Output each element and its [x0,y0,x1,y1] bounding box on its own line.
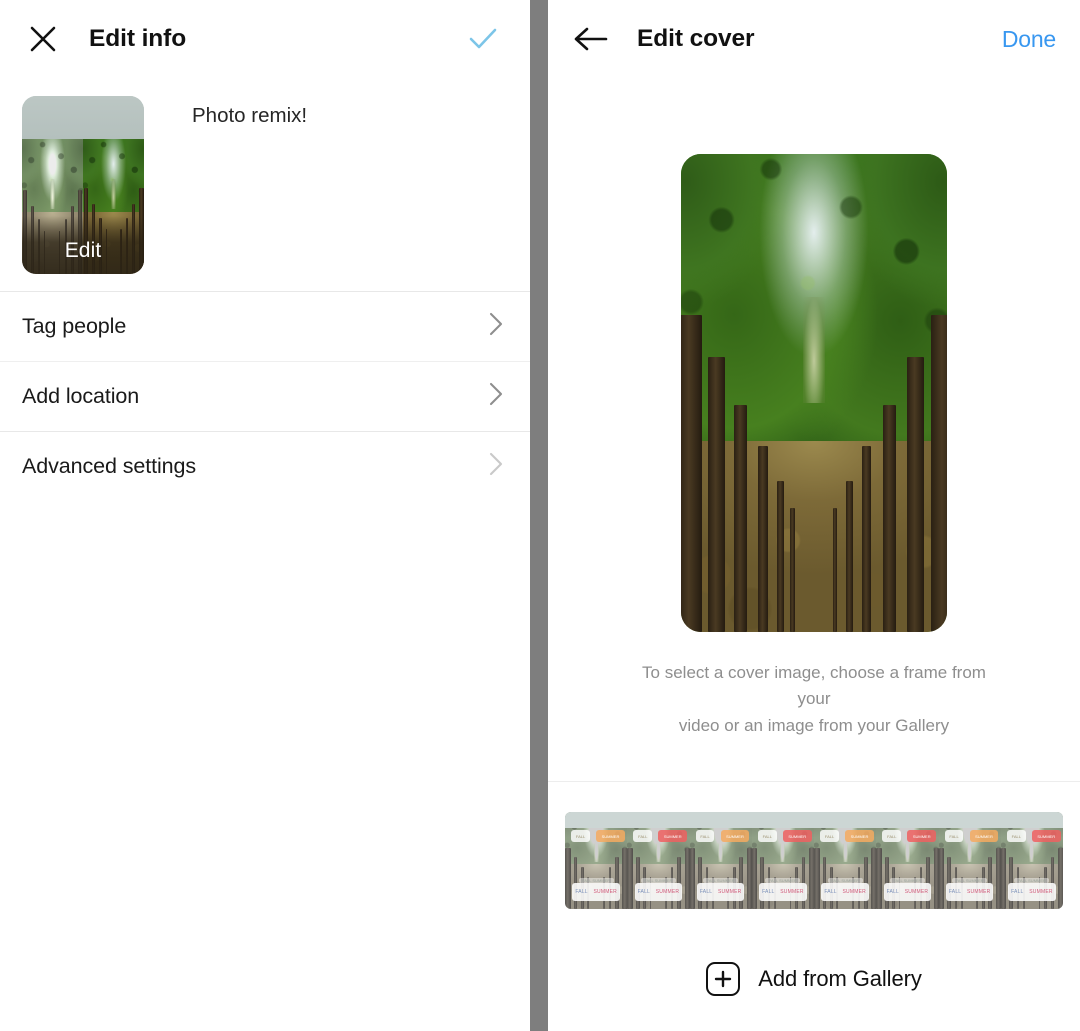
frame-chip: FALL SUMMER [883,882,932,902]
cover-hint-line-2: video or an image from your Gallery [678,715,950,735]
frame-sky-band [1000,812,1063,829]
frame-tag-left: FALL [695,830,715,843]
frame-chip-right: SUMMER [593,889,617,896]
sidebar-item-add-location[interactable]: Add location [0,362,530,431]
thumbnail-sky-band [22,96,144,139]
edit-cover-panel: Edit cover Done To select a cover image,… [548,0,1080,1031]
cover-preview-image[interactable] [681,154,947,632]
frame-tag-left: FALL [1006,830,1026,843]
frame-chip-right: SUMMER [967,889,991,896]
frame-chip: FALL SUMMER [821,882,869,902]
chevron-right-icon [486,310,506,343]
check-icon[interactable] [460,16,506,62]
frame-chip-right: SUMMER [655,889,680,896]
frame-chip-right: SUMMER [780,889,804,896]
frame-chip: FALL SUMMER [696,882,745,902]
frame-chip-left: FALL [824,889,837,896]
cover-hint: To select a cover image, choose a frame … [624,660,1004,739]
frame-chip: FALL SUMMER [945,882,994,902]
frame-tag-right: SUMMER [969,830,999,843]
list-item-label: Tag people [22,314,127,338]
frame-tag-right: SUMMER [1031,830,1061,843]
filmstrip-frame[interactable]: FALL SUMMER FALL SUMMER FALL SUMMER [565,812,628,909]
chevron-right-icon [486,380,506,413]
filmstrip-wrap: FALL SUMMER FALL SUMMER FALL SUMMER FALL SUMME… [548,812,1080,909]
arrow-left-icon[interactable] [568,16,614,62]
edit-info-appbar: Edit info [0,0,530,78]
frame-sky-band [938,812,1001,829]
filmstrip-frame[interactable]: FALL SUMMER FALL SUMMER FALL SUMMER [627,812,690,909]
chevron-right-icon [486,450,506,483]
frame-sky-band [876,812,939,829]
frame-tag-right: SUMMER [782,830,812,843]
frame-chip: FALL SUMMER [572,882,620,902]
frame-tag-right: SUMMER [720,830,750,843]
edit-cover-appbar: Edit cover Done [548,0,1080,78]
done-button[interactable]: Done [1002,26,1056,53]
close-icon[interactable] [20,16,66,62]
cover-preview-wrap [548,154,1080,632]
filmstrip-frame[interactable]: FALL SUMMER FALL SUMMER FALL SUMMER [689,812,752,909]
edit-info-appbar-actions [440,16,506,62]
frame-tag-left: FALL [571,830,590,843]
frame-chip-left: FALL [948,889,962,896]
edit-info-panel: Edit info Edit Photo remix! Tag people A… [0,0,530,1031]
sidebar-item-advanced-settings[interactable]: Advanced settings [0,432,530,501]
frame-tag-left: FALL [944,830,964,843]
panel-divider [530,0,548,1031]
filmstrip-frame[interactable]: FALL SUMMER FALL SUMMER FALL SUMMER [751,812,814,909]
frame-sky-band [814,812,877,829]
frame-chip-left: FALL [637,889,651,896]
frame-chip-right: SUMMER [718,889,742,896]
frame-tag-right: SUMMER [907,830,937,843]
post-caption[interactable]: Photo remix! [192,104,307,128]
tree-avenue-art [681,154,947,632]
frame-chip-right: SUMMER [904,889,929,896]
filmstrip-frame[interactable]: FALL SUMMER FALL SUMMER FALL SUMMER [814,812,877,909]
frame-sky-band [751,812,814,829]
page-title: Edit cover [637,25,755,52]
frame-tag-left: FALL [882,830,902,843]
frame-chip-left: FALL [699,889,713,896]
thumbnail-edit-overlay[interactable]: Edit [22,216,144,274]
frame-chip-left: FALL [1011,889,1024,896]
frame-chip-left: FALL [575,889,588,896]
page-title: Edit info [89,25,187,52]
frame-sky-band [627,812,690,829]
frame-tag-right: SUMMER [845,830,874,843]
frame-tag-left: FALL [820,830,839,843]
filmstrip-frame[interactable]: FALL SUMMER FALL SUMMER FALL SUMMER [938,812,1001,909]
frame-scrubber[interactable]: FALL SUMMER FALL SUMMER FALL SUMMER FALL SUMME… [565,812,1063,909]
dual-panel-screenshot: Edit info Edit Photo remix! Tag people A… [0,0,1080,1031]
frame-sky-band [565,812,628,829]
frame-tag-left: FALL [757,830,777,843]
frame-chip-right: SUMMER [1029,889,1053,896]
edit-cover-appbar-actions: Done [1002,26,1056,53]
list-item-label: Advanced settings [22,454,196,478]
list-item-label: Add location [22,384,140,408]
filmstrip-frame[interactable]: FALL SUMMER FALL SUMMER FALL SUMMER [1000,812,1063,909]
add-from-gallery-button[interactable]: Add from Gallery [548,962,1080,996]
frame-chip: FALL SUMMER [759,882,807,902]
frame-chip-right: SUMMER [842,889,866,896]
sidebar-item-tag-people[interactable]: Tag people [0,292,530,361]
plus-box-icon [706,962,741,996]
frame-chip: FALL SUMMER [1008,882,1056,902]
frame-sky-band [689,812,752,829]
thumbnail-edit-label: Edit [64,239,102,262]
frame-tag-right: SUMMER [658,830,688,843]
add-from-gallery-label: Add from Gallery [758,966,922,991]
frame-chip-left: FALL [886,889,900,896]
frame-tag-left: FALL [633,830,653,843]
frame-chip: FALL SUMMER [634,882,683,902]
post-thumbnail[interactable]: Edit [22,96,144,274]
section-divider [548,781,1080,782]
frame-tag-right: SUMMER [596,830,625,843]
filmstrip-frame[interactable]: FALL SUMMER FALL SUMMER FALL SUMMER [876,812,939,909]
frame-chip-left: FALL [762,889,775,896]
cover-hint-line-1: To select a cover image, choose a frame … [642,663,986,709]
settings-list: Tag people Add location Advanced setting… [0,292,530,501]
media-row: Edit Photo remix! [0,78,530,291]
